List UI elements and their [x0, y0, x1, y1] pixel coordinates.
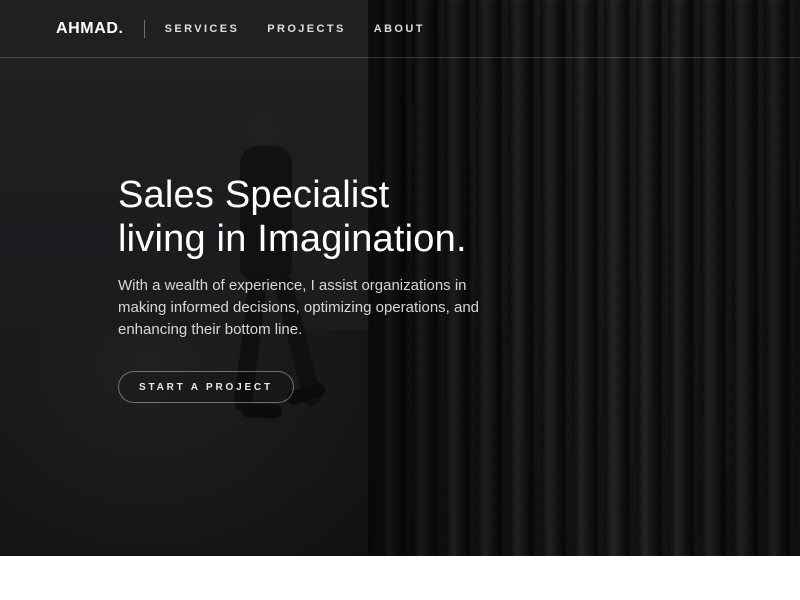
nav-link-services[interactable]: SERVICES	[165, 23, 240, 35]
below-hero-area	[0, 556, 800, 600]
hero-content: Sales Specialist living in Imagination. …	[118, 173, 548, 403]
hero-headline-line-2: living in Imagination.	[118, 218, 467, 260]
nav-bottom-border	[0, 57, 800, 58]
top-navigation: AHMAD. SERVICES PROJECTS ABOUT	[0, 0, 800, 58]
nav-link-about[interactable]: ABOUT	[374, 23, 425, 35]
start-project-button[interactable]: START A PROJECT	[118, 371, 294, 403]
hero-headline: Sales Specialist living in Imagination.	[118, 173, 548, 261]
nav-divider	[143, 20, 145, 38]
hero-section: AHMAD. SERVICES PROJECTS ABOUT Sales Spe…	[0, 0, 800, 556]
brand-logo-link[interactable]: AHMAD.	[56, 20, 124, 38]
nav-link-projects[interactable]: PROJECTS	[267, 23, 346, 35]
hero-description: With a wealth of experience, I assist or…	[118, 277, 480, 338]
nav-links: SERVICES PROJECTS ABOUT	[165, 23, 425, 35]
hero-headline-line-1: Sales Specialist	[118, 174, 390, 216]
